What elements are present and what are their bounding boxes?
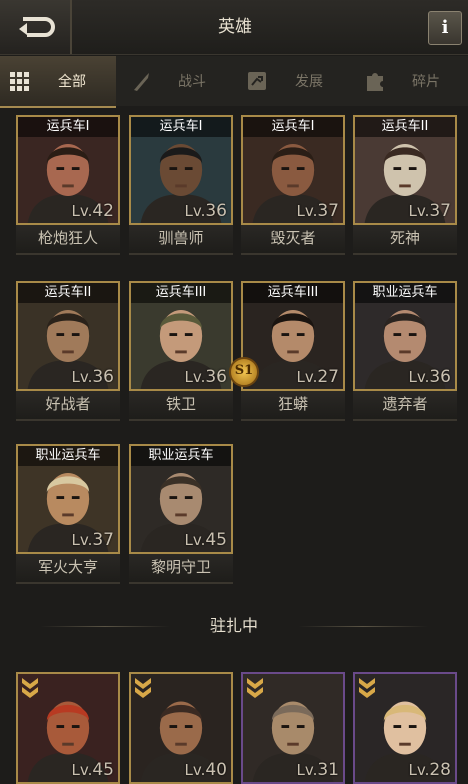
hero-level: Lv.37 [297, 201, 339, 221]
hero-rank: 运兵车I [131, 117, 231, 137]
hero-level: Lv.36 [185, 367, 227, 387]
level-value: 42 [92, 201, 114, 221]
info-button[interactable]: i [428, 11, 462, 45]
hero-card[interactable]: 运兵车II Lv.37 [353, 115, 457, 225]
info-icon: i [441, 17, 449, 38]
level-value: 36 [205, 201, 227, 221]
hero-name: 死神 [353, 225, 457, 255]
hero-name: 军火大亨 [16, 554, 120, 584]
level-value: 45 [205, 530, 227, 550]
hero-name: 好战者 [16, 391, 120, 421]
level-prefix: Lv. [296, 368, 318, 386]
hero-name: 黎明守卫 [129, 554, 233, 584]
hero-level: Lv.36 [72, 367, 114, 387]
level-prefix: Lv. [184, 368, 206, 386]
tab-growth-label: 发展 [295, 74, 323, 90]
level-value: 37 [317, 201, 339, 221]
level-value: 36 [205, 367, 227, 387]
hero-name: 铁卫 [129, 391, 233, 421]
tab-combat-label: 战斗 [178, 74, 206, 90]
level-prefix: Lv. [184, 202, 206, 220]
hero-level: Lv.37 [409, 201, 451, 221]
hero-card[interactable]: 运兵车I Lv.36 [129, 115, 233, 225]
hero-name: 狂蟒 [241, 391, 345, 421]
season-badge: S1 [229, 357, 259, 387]
top-bar: 英雄 i [0, 0, 468, 55]
level-prefix: Lv. [71, 368, 93, 386]
hero-level: Lv.45 [185, 530, 227, 550]
stationed-hero-card[interactable]: Lv.45 [16, 672, 120, 784]
section-divider-right [298, 626, 428, 627]
tab-bar: 全部 战斗 发展 碎片 [0, 56, 468, 108]
level-prefix: Lv. [408, 202, 430, 220]
hero-rank: 运兵车III [131, 283, 231, 303]
level-value: 37 [429, 201, 451, 221]
page-title: 英雄 [218, 17, 252, 37]
tab-fragments-label: 碎片 [412, 74, 440, 90]
hero-rank: 职业运兵车 [18, 446, 118, 466]
hero-level: Lv.27 [297, 367, 339, 387]
hero-card[interactable]: 运兵车II Lv.36 [16, 281, 120, 391]
hero-rank: 运兵车II [355, 117, 455, 137]
level-value: 40 [205, 760, 227, 780]
level-value: 27 [317, 367, 339, 387]
level-prefix: Lv. [184, 531, 206, 549]
level-prefix: Lv. [71, 202, 93, 220]
tab-combat[interactable]: 战斗 [122, 56, 234, 106]
hero-name: 毁灭者 [241, 225, 345, 255]
level-prefix: Lv. [71, 761, 93, 779]
level-prefix: Lv. [296, 202, 318, 220]
hero-rank: 运兵车I [18, 117, 118, 137]
level-prefix: Lv. [408, 368, 430, 386]
hero-rank: 职业运兵车 [355, 283, 455, 303]
hero-rank: 运兵车I [243, 117, 343, 137]
hero-level: Lv.40 [185, 760, 227, 780]
hero-level: Lv.45 [72, 760, 114, 780]
tab-all[interactable]: 全部 [0, 56, 116, 108]
hero-level: Lv.28 [409, 760, 451, 780]
hero-name: 遗弃者 [353, 391, 457, 421]
tab-all-label: 全部 [58, 74, 86, 90]
hero-card[interactable]: 职业运兵车 Lv.36 [353, 281, 457, 391]
level-prefix: Lv. [296, 761, 318, 779]
hero-rank: 职业运兵车 [131, 446, 231, 466]
level-value: 31 [317, 760, 339, 780]
level-prefix: Lv. [184, 761, 206, 779]
level-value: 37 [92, 530, 114, 550]
back-button[interactable] [0, 0, 72, 54]
level-prefix: Lv. [408, 761, 430, 779]
tab-growth[interactable]: 发展 [238, 56, 352, 106]
hero-level: Lv.36 [185, 201, 227, 221]
stationed-hero-card[interactable]: Lv.31 [241, 672, 345, 784]
hero-level: Lv.37 [72, 530, 114, 550]
rank-chevron-icon [359, 678, 375, 698]
tab-fragments[interactable]: 碎片 [356, 56, 468, 106]
level-prefix: Lv. [71, 531, 93, 549]
level-value: 45 [92, 760, 114, 780]
rank-chevron-icon [247, 678, 263, 698]
hero-card[interactable]: 运兵车III Lv.36 [129, 281, 233, 391]
rank-chevron-icon [135, 678, 151, 698]
stationed-hero-card[interactable]: Lv.28 [353, 672, 457, 784]
hero-name: 驯兽师 [129, 225, 233, 255]
hero-name: 枪炮狂人 [16, 225, 120, 255]
hero-card[interactable]: 运兵车I Lv.42 [16, 115, 120, 225]
hero-rank: 运兵车II [18, 283, 118, 303]
hero-card[interactable]: 职业运兵车 Lv.45 [129, 444, 233, 554]
hero-card[interactable]: 职业运兵车 Lv.37 [16, 444, 120, 554]
level-value: 28 [429, 760, 451, 780]
back-arrow-icon [19, 17, 55, 37]
level-value: 36 [429, 367, 451, 387]
hero-level: Lv.36 [409, 367, 451, 387]
hero-rank: 运兵车III [243, 283, 343, 303]
level-value: 36 [92, 367, 114, 387]
rank-chevron-icon [22, 678, 38, 698]
hero-level: Lv.42 [72, 201, 114, 221]
hero-level: Lv.31 [297, 760, 339, 780]
hero-card[interactable]: 运兵车I Lv.37 [241, 115, 345, 225]
stationed-hero-card[interactable]: Lv.40 [129, 672, 233, 784]
